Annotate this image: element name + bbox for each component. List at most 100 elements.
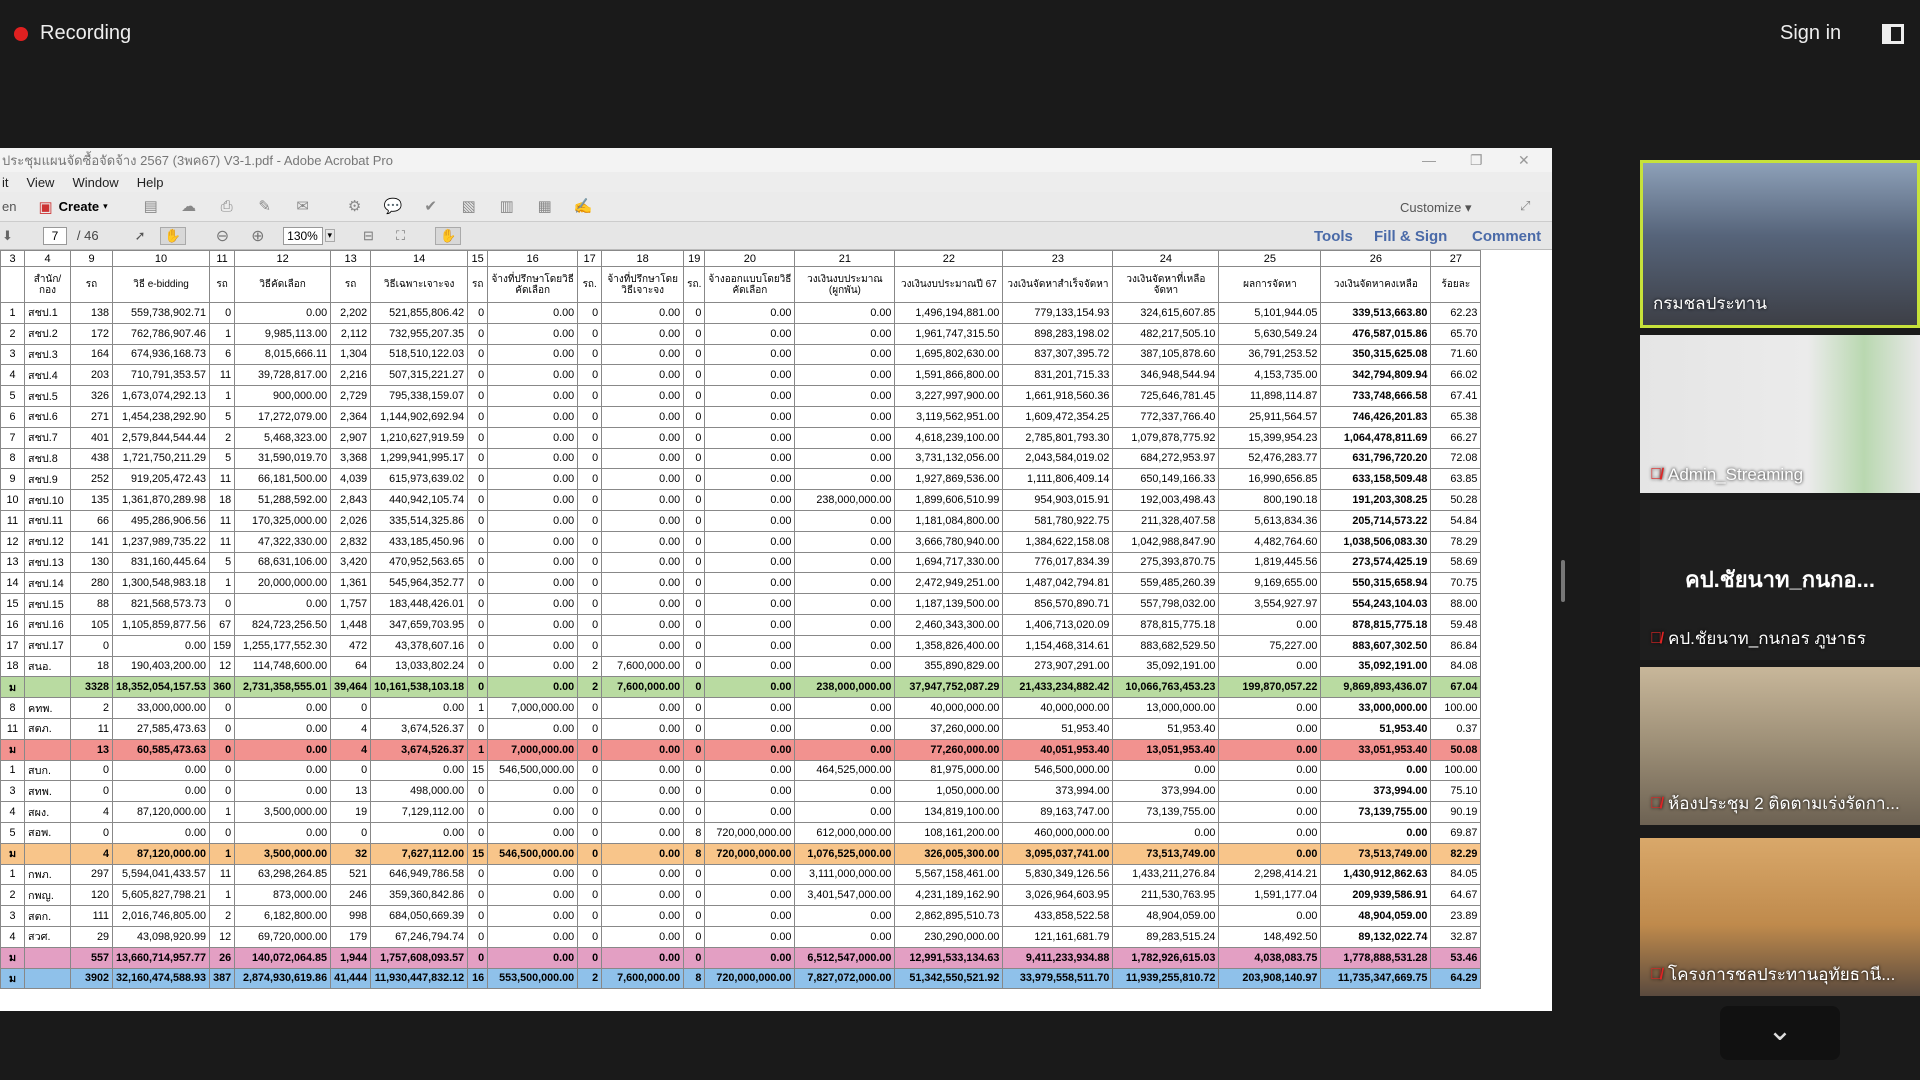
close-icon[interactable]: ✕ (1518, 152, 1530, 169)
tab-fill-sign[interactable]: Fill & Sign (1374, 228, 1447, 245)
table-cell: 66.02 (1430, 364, 1482, 387)
pdf-icon[interactable]: ▧ (460, 198, 478, 215)
page-down-icon[interactable]: ⬇ (2, 228, 13, 244)
table-cell: 12 (0, 530, 25, 553)
menu-window[interactable]: Window (72, 175, 118, 190)
settings-icon[interactable]: ⚙ (346, 198, 364, 215)
table-cell: 23.89 (1430, 905, 1482, 927)
column-number: 25 (1218, 250, 1322, 267)
table-cell: 0 (683, 322, 706, 345)
table-cell: 1,154,468,314.61 (1002, 634, 1114, 657)
print-icon[interactable]: ⎙ (218, 198, 236, 215)
table-cell: 0.00 (601, 489, 685, 511)
table-cell: 1,927,869,536.00 (894, 468, 1004, 491)
table-cell: 0 (467, 634, 489, 657)
table-cell: สบก. (24, 759, 71, 782)
fit-page-icon[interactable]: ⊟ (363, 228, 374, 244)
comment-icon[interactable]: 💬 (384, 198, 403, 215)
table-cell: 831,201,715.33 (1002, 364, 1114, 387)
table-cell: 73,139,755.00 (1320, 801, 1432, 823)
menu-view[interactable]: View (27, 175, 55, 190)
zoom-out-icon[interactable]: ⊖ (216, 226, 229, 246)
stamp-icon[interactable]: ✔ (422, 198, 440, 215)
table-cell: 26 (209, 946, 236, 969)
table-cell: 58.69 (1430, 551, 1482, 574)
menu-item[interactable]: it (2, 175, 9, 190)
participant-tile-3[interactable]: คป.ชัยนาท_กนกอ... 🎙̸ คป.ชัยนาท_กนกอร ภูษา… (1640, 500, 1920, 660)
menu-help[interactable]: Help (137, 175, 164, 190)
tab-tools[interactable]: Tools (1314, 228, 1353, 245)
chevron-down-icon[interactable]: ⌄ (1720, 1006, 1840, 1060)
sign-in-button[interactable]: Sign in (1780, 22, 1841, 45)
table-cell: 5,630,549.24 (1218, 322, 1322, 345)
table-cell: 1,430,912,862.63 (1320, 863, 1432, 886)
table-cell: 720,000,000.00 (704, 821, 796, 844)
table-cell: 725,646,781.45 (1112, 385, 1220, 407)
edit-icon[interactable]: ✎ (256, 198, 274, 215)
page-number-input[interactable]: 7 (42, 226, 67, 245)
table-cell: 0.00 (234, 697, 332, 719)
email-icon[interactable]: ✉ (294, 198, 312, 215)
pdf-page[interactable]: 3 4 9 10 11 12 13 14 15 16 17 18 19 20 21 22 23 24 25 26 27 … (0, 250, 1552, 1011)
table-cell: 0.00 (794, 468, 896, 491)
table-cell: 0.00 (794, 613, 896, 636)
table-cell: 546,500,000.00 (487, 842, 579, 865)
table-cell: ม (0, 946, 25, 969)
table-cell: 114,748,600.00 (234, 655, 332, 678)
table-cell: 0 (70, 780, 113, 803)
create-button[interactable]: Create (59, 199, 99, 214)
open-label[interactable]: en (2, 199, 16, 214)
table-cell: 0.00 (487, 863, 579, 886)
table-cell: 2,729 (330, 385, 372, 407)
participant-tile-4[interactable]: 🎙̸ ห้องประชุม 2 ติดตามเร่งรัดกา... (1640, 667, 1920, 825)
table-cell: 121,161,681.79 (1002, 925, 1114, 948)
zoom-dropdown-icon[interactable]: ▾ (324, 229, 336, 242)
table-cell: 1,076,525,000.00 (794, 842, 896, 865)
table-cell: 0.00 (487, 717, 579, 740)
select-tool-icon[interactable]: ➚ (135, 228, 146, 244)
table-cell: 5 (0, 821, 25, 844)
table-cell: 3,500,000.00 (234, 842, 332, 865)
view-layout-icon[interactable] (1882, 24, 1904, 44)
table-cell: สชป.17 (24, 634, 71, 657)
zoom-level-input[interactable]: 130% (282, 226, 323, 245)
table-cell: 1,782,926,615.03 (1112, 946, 1220, 969)
table-cell: 0 (577, 447, 603, 470)
participant-tile-1[interactable]: กรมชลประทาน (1640, 160, 1920, 328)
zoom-in-icon[interactable]: ⊕ (251, 226, 264, 246)
table-cell: 0.00 (704, 447, 796, 470)
table-cell: 11,939,255,810.72 (1112, 967, 1220, 990)
cloud-icon[interactable]: ☁ (180, 198, 198, 215)
full-screen-icon[interactable]: ⛶ (396, 228, 405, 244)
table-cell: 0.00 (704, 863, 796, 886)
table-cell: สชป.3 (24, 343, 71, 366)
table-cell: 246 (330, 884, 372, 907)
maximize-icon[interactable]: ❐ (1470, 152, 1483, 169)
table-cell: 1 (0, 302, 25, 324)
customize-menu[interactable]: Customize ▾ (1400, 200, 1472, 216)
export-icon[interactable]: ▥ (498, 198, 516, 215)
participant-tile-2[interactable]: 🎙̸ Admin_Streaming (1640, 335, 1920, 493)
panel-divider[interactable] (1561, 560, 1565, 602)
table-cell: สชป.4 (24, 364, 71, 387)
table-cell: 0 (577, 925, 603, 948)
table-cell: 0.00 (704, 426, 796, 449)
table-cell: 0 (577, 613, 603, 636)
save-icon[interactable]: ▤ (142, 198, 160, 215)
table-cell: 0 (577, 884, 603, 907)
tab-comment[interactable]: Comment (1472, 228, 1541, 245)
minimize-icon[interactable]: — (1422, 152, 1436, 168)
table-cell: 350,315,625.08 (1320, 343, 1432, 366)
table-cell: 0 (467, 426, 489, 449)
table-cell: 19 (330, 801, 372, 823)
table-cell: 0.00 (704, 302, 796, 324)
read-mode-icon[interactable]: ✋ (435, 226, 462, 245)
hand-tool-icon[interactable]: ✋ (159, 226, 186, 245)
combine-icon[interactable]: ▦ (536, 198, 554, 215)
expand-icon[interactable]: ⤢ (1520, 198, 1530, 214)
participant-tile-5[interactable]: 🎙̸ โครงการชลประทานอุทัยธานี... (1640, 838, 1920, 996)
sign-icon[interactable]: ✍ (574, 198, 593, 215)
table-cell: 86.84 (1430, 634, 1482, 657)
table-cell: 1,661,918,560.36 (1002, 385, 1114, 407)
table-cell: 199,870,057.22 (1218, 676, 1322, 699)
